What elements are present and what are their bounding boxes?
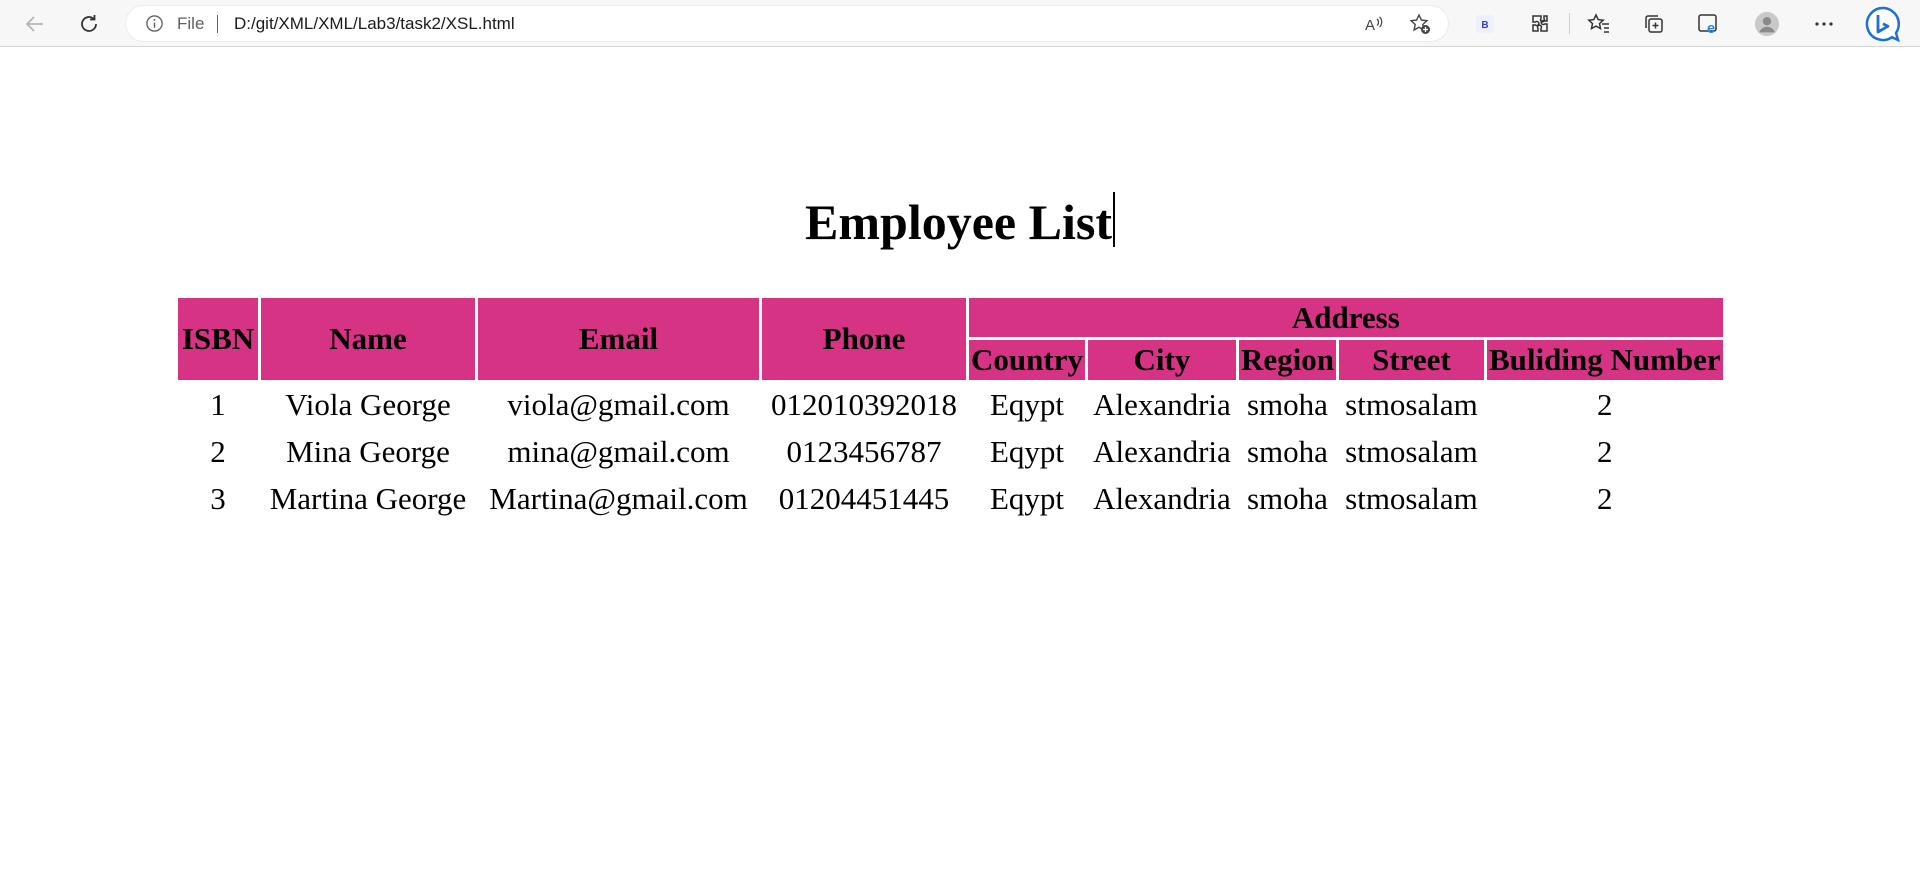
- cell-city: Alexandria: [1093, 481, 1231, 516]
- add-favorite-icon[interactable]: [1409, 13, 1431, 35]
- cell-email: Martina@gmail.com: [489, 481, 748, 516]
- address-separator: [217, 15, 218, 33]
- cell-country: Eqypt: [989, 481, 1064, 516]
- cell-phone: 012010392018: [771, 387, 957, 422]
- cell-building: 2: [1597, 387, 1613, 422]
- toolbar-divider: [1569, 13, 1570, 34]
- cell-city: Alexandria: [1093, 387, 1231, 422]
- cell-phone: 0123456787: [786, 434, 942, 469]
- cell-region: smoha: [1246, 434, 1328, 469]
- cell-name: Mina George: [286, 434, 450, 469]
- cell-street: stmosalam: [1345, 481, 1478, 516]
- refresh-button[interactable]: [74, 9, 104, 39]
- back-arrow-icon: [25, 16, 43, 32]
- text-cursor: [1112, 192, 1115, 247]
- favorites-button[interactable]: [1586, 11, 1612, 37]
- cell-name: Viola George: [285, 387, 451, 422]
- cell-country: Eqypt: [989, 387, 1064, 422]
- extension-b-icon: B: [1476, 15, 1494, 33]
- header-isbn: ISBN: [178, 298, 258, 380]
- cell-email: viola@gmail.com: [507, 387, 730, 422]
- favorites-icon: [1587, 13, 1609, 33]
- extension-b-label: B: [1481, 20, 1488, 31]
- svg-text:e: e: [1707, 20, 1715, 36]
- header-country: Country: [969, 340, 1085, 380]
- back-button[interactable]: [20, 9, 50, 39]
- cell-building: 2: [1597, 481, 1613, 516]
- url-text[interactable]: D:/git/XML/XML/Lab3/task2/XSL.html: [234, 14, 515, 34]
- cell-building: 2: [1597, 434, 1613, 469]
- extensions-button[interactable]: [1527, 11, 1553, 37]
- cell-isbn: 2: [210, 434, 226, 469]
- read-aloud-icon[interactable]: A: [1363, 13, 1385, 35]
- collections-icon: [1645, 15, 1663, 33]
- table-row: 2 Mina George mina@gmail.com 0123456787 …: [178, 430, 1723, 474]
- bing-copilot-button[interactable]: [1864, 5, 1902, 43]
- cell-name: Martina George: [269, 481, 467, 516]
- cell-country: Eqypt: [989, 434, 1064, 469]
- profile-icon: [1754, 11, 1780, 37]
- employee-table: ISBN Name Email Phone Address Country Ci…: [175, 295, 1726, 524]
- page-title: Employee List: [0, 192, 1920, 252]
- cell-street: stmosalam: [1345, 387, 1478, 422]
- extension-b-button[interactable]: B: [1472, 11, 1498, 37]
- more-button[interactable]: [1811, 11, 1837, 37]
- cell-region: smoha: [1246, 387, 1328, 422]
- cell-isbn: 3: [210, 481, 226, 516]
- info-icon[interactable]: [145, 14, 164, 33]
- header-phone: Phone: [762, 298, 966, 380]
- header-name: Name: [261, 298, 475, 380]
- address-bar[interactable]: File D:/git/XML/XML/Lab3/task2/XSL.html …: [126, 6, 1448, 41]
- more-icon: [1815, 22, 1833, 26]
- cell-isbn: 1: [210, 387, 226, 422]
- header-email: Email: [478, 298, 759, 380]
- bing-copilot-icon: [1865, 6, 1901, 43]
- header-address: Address: [969, 298, 1723, 337]
- cell-region: smoha: [1246, 481, 1328, 516]
- page-title-text: Employee List: [805, 194, 1112, 250]
- ie-mode-button[interactable]: e: [1696, 11, 1722, 37]
- svg-text:A: A: [1365, 17, 1375, 34]
- refresh-icon: [81, 15, 97, 32]
- browser-toolbar: File D:/git/XML/XML/Lab3/task2/XSL.html …: [0, 0, 1920, 47]
- collections-button[interactable]: [1641, 11, 1667, 37]
- header-building: Buliding Number: [1486, 340, 1723, 380]
- header-city: City: [1087, 340, 1236, 380]
- edge-ie-mode-icon: e: [1698, 14, 1717, 36]
- extensions-icon: [1532, 15, 1548, 32]
- table-row: 3 Martina George Martina@gmail.com 01204…: [178, 477, 1723, 521]
- header-region: Region: [1238, 340, 1336, 380]
- cell-street: stmosalam: [1345, 434, 1478, 469]
- profile-button[interactable]: [1754, 11, 1780, 37]
- cell-city: Alexandria: [1093, 434, 1231, 469]
- cell-email: mina@gmail.com: [507, 434, 730, 469]
- header-street: Street: [1338, 340, 1484, 380]
- table-row: 1 Viola George viola@gmail.com 012010392…: [178, 383, 1723, 427]
- cell-phone: 01204451445: [778, 481, 950, 516]
- address-scheme-label: File: [177, 14, 205, 33]
